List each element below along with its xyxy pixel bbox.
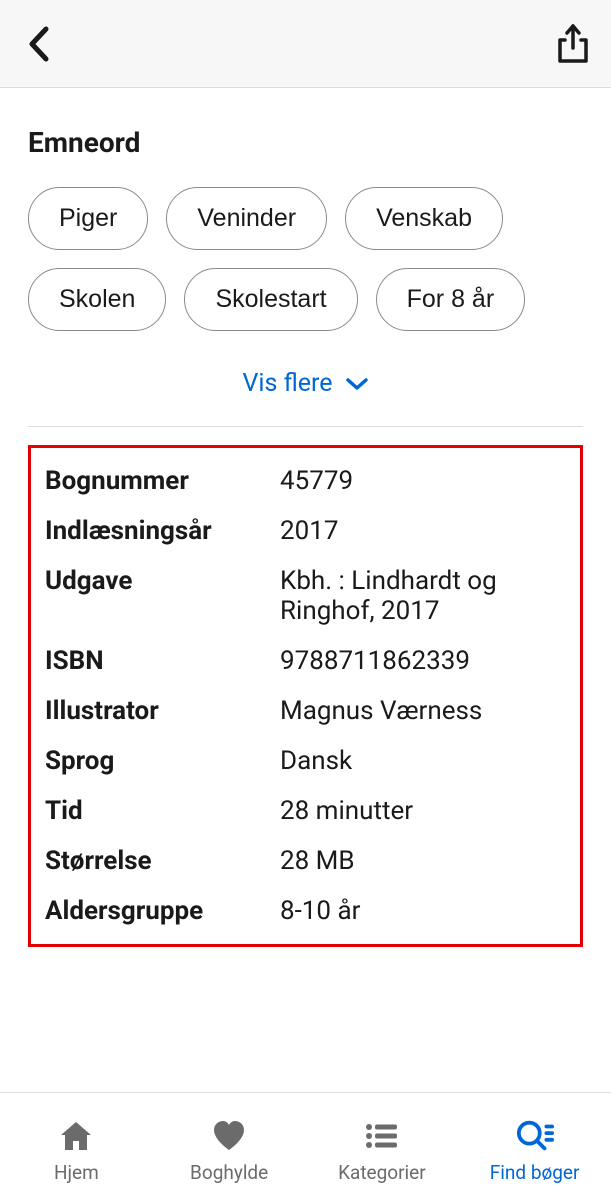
- tab-boghylde[interactable]: Boghylde: [153, 1093, 306, 1200]
- detail-value-indlaesningsaar: 2017: [280, 516, 566, 546]
- tags-container: Piger Veninder Venskab Skolen Skolestart…: [28, 187, 583, 331]
- detail-label-aldersgruppe: Aldersgruppe: [45, 896, 280, 926]
- heart-icon: [210, 1117, 248, 1155]
- show-more-label: Vis flere: [242, 369, 332, 398]
- detail-value-udgave: Kbh. : Lindhardt og Ringhof, 2017: [280, 566, 566, 626]
- detail-label-bognummer: Bognummer: [45, 466, 280, 496]
- detail-value-aldersgruppe: 8-10 år: [280, 896, 566, 926]
- tabbar: Hjem Boghylde Kategorier: [0, 1092, 611, 1200]
- tag-skolestart[interactable]: Skolestart: [184, 268, 357, 331]
- detail-label-indlaesningsaar: Indlæsningsår: [45, 516, 280, 546]
- detail-row: Bognummer 45779: [45, 466, 566, 496]
- detail-row: Udgave Kbh. : Lindhardt og Ringhof, 2017: [45, 566, 566, 626]
- detail-value-stoerrelse: 28 MB: [280, 846, 566, 876]
- section-title: Emneord: [28, 126, 583, 159]
- detail-label-illustrator: Illustrator: [45, 696, 280, 726]
- chevron-left-icon: [26, 25, 50, 63]
- show-more-button[interactable]: Vis flere: [28, 369, 583, 398]
- share-icon: [555, 24, 591, 64]
- detail-row: Illustrator Magnus Værness: [45, 696, 566, 726]
- detail-value-illustrator: Magnus Værness: [280, 696, 566, 726]
- tab-find-boeger[interactable]: Find bøger: [458, 1093, 611, 1200]
- detail-row: Aldersgruppe 8-10 år: [45, 896, 566, 926]
- detail-row: ISBN 9788711862339: [45, 646, 566, 676]
- tab-label-hjem: Hjem: [54, 1161, 99, 1184]
- detail-label-isbn: ISBN: [45, 646, 280, 676]
- home-icon: [57, 1117, 95, 1155]
- content-area: Emneord Piger Veninder Venskab Skolen Sk…: [0, 88, 611, 1092]
- header: [0, 0, 611, 88]
- tag-piger[interactable]: Piger: [28, 187, 148, 250]
- tab-hjem[interactable]: Hjem: [0, 1093, 153, 1200]
- details-box: Bognummer 45779 Indlæsningsår 2017 Udgav…: [28, 445, 583, 947]
- detail-row: Størrelse 28 MB: [45, 846, 566, 876]
- tag-veninder[interactable]: Veninder: [166, 187, 327, 250]
- detail-value-bognummer: 45779: [280, 466, 566, 496]
- divider: [28, 426, 583, 427]
- tab-label-kategorier: Kategorier: [338, 1161, 426, 1184]
- tab-label-find-boeger: Find bøger: [490, 1161, 580, 1184]
- tag-for-8-aar[interactable]: For 8 år: [376, 268, 526, 331]
- detail-label-sprog: Sprog: [45, 746, 280, 776]
- detail-row: Tid 28 minutter: [45, 796, 566, 826]
- tag-venskab[interactable]: Venskab: [345, 187, 503, 250]
- detail-row: Sprog Dansk: [45, 746, 566, 776]
- detail-value-sprog: Dansk: [280, 746, 566, 776]
- detail-label-stoerrelse: Størrelse: [45, 846, 280, 876]
- detail-row: Indlæsningsår 2017: [45, 516, 566, 546]
- list-icon: [363, 1117, 401, 1155]
- detail-label-udgave: Udgave: [45, 566, 280, 626]
- search-icon: [516, 1117, 554, 1155]
- tab-label-boghylde: Boghylde: [190, 1161, 268, 1184]
- tag-skolen[interactable]: Skolen: [28, 268, 166, 331]
- share-button[interactable]: [553, 24, 593, 64]
- detail-label-tid: Tid: [45, 796, 280, 826]
- back-button[interactable]: [18, 24, 58, 64]
- detail-value-tid: 28 minutter: [280, 796, 566, 826]
- detail-value-isbn: 9788711862339: [280, 646, 566, 676]
- tab-kategorier[interactable]: Kategorier: [306, 1093, 459, 1200]
- chevron-down-icon: [345, 377, 369, 391]
